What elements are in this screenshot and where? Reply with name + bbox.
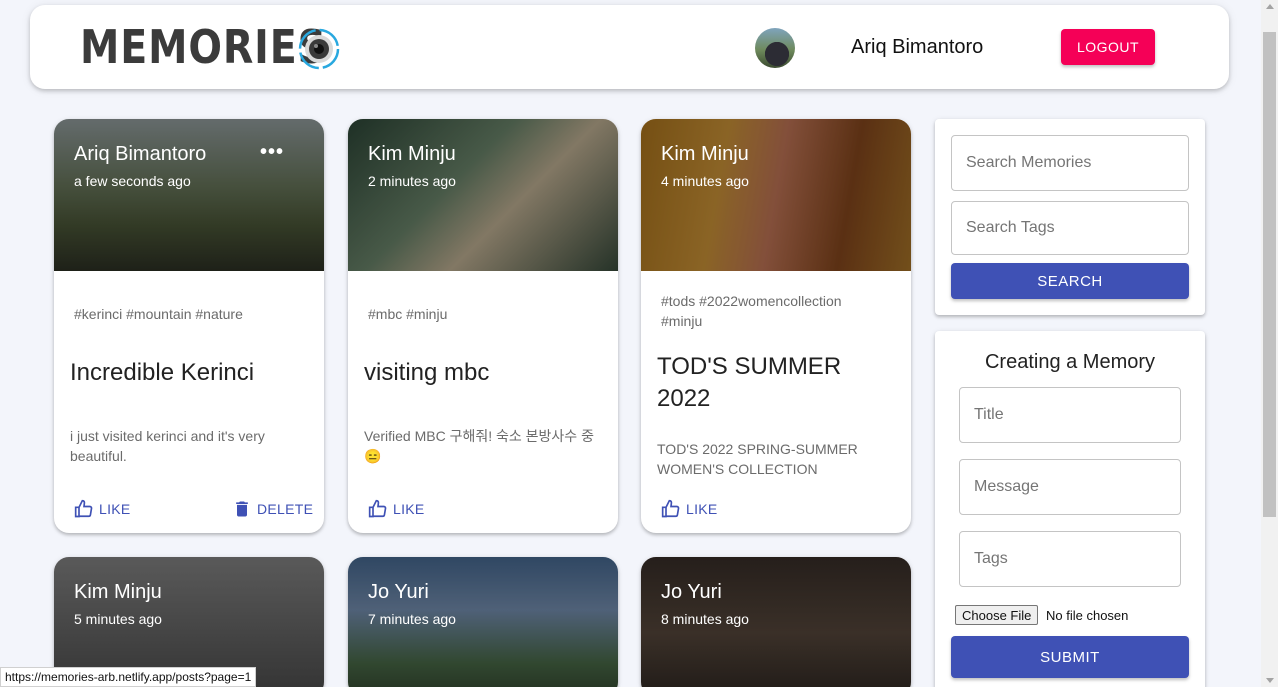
card-creator: Kim Minju [368,143,456,165]
card-title: Incredible Kerinci [70,359,255,386]
card-title: TOD'S SUMMER 2022 [657,353,842,412]
card-creator: Jo Yuri [368,581,429,603]
card-time: 2 minutes ago [368,173,456,189]
username: Ariq Bimantoro [851,36,984,58]
card-title: visiting mbc [364,359,490,386]
card-message: i just visited kerinci and it's very bea… [70,428,265,464]
card-message: TOD'S 2022 SPRING-SUMMER WOMEN'S COLLECT… [657,441,858,477]
thumb-up-icon [368,499,387,518]
camera-lens-icon [298,28,340,70]
like-button[interactable]: LIKE [661,499,718,519]
card-creator: Ariq Bimantoro [74,143,207,165]
message-input[interactable] [959,459,1181,515]
memory-card[interactable]: Jo Yuri 8 minutes ago [641,557,911,687]
search-button[interactable]: SEARCH [951,263,1189,299]
logo-text[interactable]: MEMORIES [80,21,327,73]
card-tags: #mbc #minju [368,306,448,322]
memory-card[interactable]: Jo Yuri 7 minutes ago [348,557,618,687]
like-label: LIKE [99,501,131,517]
delete-button[interactable]: DELETE [232,499,313,519]
logout-button[interactable]: LOGOUT [1061,29,1155,65]
card-creator: Kim Minju [661,143,749,165]
like-button[interactable]: LIKE [368,499,425,519]
avatar[interactable] [755,28,795,68]
trash-icon [236,501,248,517]
memory-card[interactable]: Kim Minju 4 minutes ago #tods #2022women… [641,119,911,533]
card-tags: #tods #2022womencollection #minju [661,293,842,329]
card-tags: #kerinci #mountain #nature [74,306,243,322]
card-creator: Kim Minju [74,581,162,603]
card-time: 4 minutes ago [661,173,749,189]
card-time: a few seconds ago [74,173,191,189]
title-input[interactable] [959,387,1181,443]
card-message: Verified MBC 구해줘! 숙소 본방사수 중😑 [364,428,594,464]
search-tags-input[interactable] [951,201,1189,255]
card-time: 7 minutes ago [368,611,456,627]
link-status-bar: https://memories-arb.netlify.app/posts?p… [0,667,257,687]
thumb-up-icon [661,499,680,518]
memory-card[interactable]: Kim Minju 2 minutes ago #mbc #minju visi… [348,119,618,533]
app-bar: MEMORIES Ariq Bimantoro LOGOUT [30,5,1229,89]
more-options-icon[interactable]: ••• [260,142,284,162]
search-memories-input[interactable] [951,135,1189,191]
memory-card[interactable]: Ariq Bimantoro a few seconds ago ••• #ke… [54,119,324,533]
choose-file-button[interactable]: Choose File [955,605,1039,625]
memory-image [348,119,618,271]
scroll-down-arrow-icon[interactable] [1266,678,1274,683]
memory-image [641,119,911,271]
thumb-up-icon [74,499,93,518]
search-panel: SEARCH [935,119,1205,315]
card-time: 5 minutes ago [74,611,162,627]
like-label: LIKE [686,501,718,517]
card-time: 8 minutes ago [661,611,749,627]
create-memory-form: Creating a Memory Choose File No file ch… [935,331,1205,687]
tags-input[interactable] [959,531,1181,587]
form-title: Creating a Memory [984,351,1156,373]
like-button[interactable]: LIKE [74,499,131,519]
like-label: LIKE [393,501,425,517]
scrollbar[interactable] [1261,0,1278,687]
submit-button[interactable]: SUBMIT [951,636,1189,678]
card-creator: Jo Yuri [661,581,722,603]
file-status: No file chosen [1046,608,1129,623]
scroll-up-arrow-icon[interactable] [1266,4,1274,9]
scroll-thumb[interactable] [1263,32,1276,517]
delete-label: DELETE [257,501,314,517]
